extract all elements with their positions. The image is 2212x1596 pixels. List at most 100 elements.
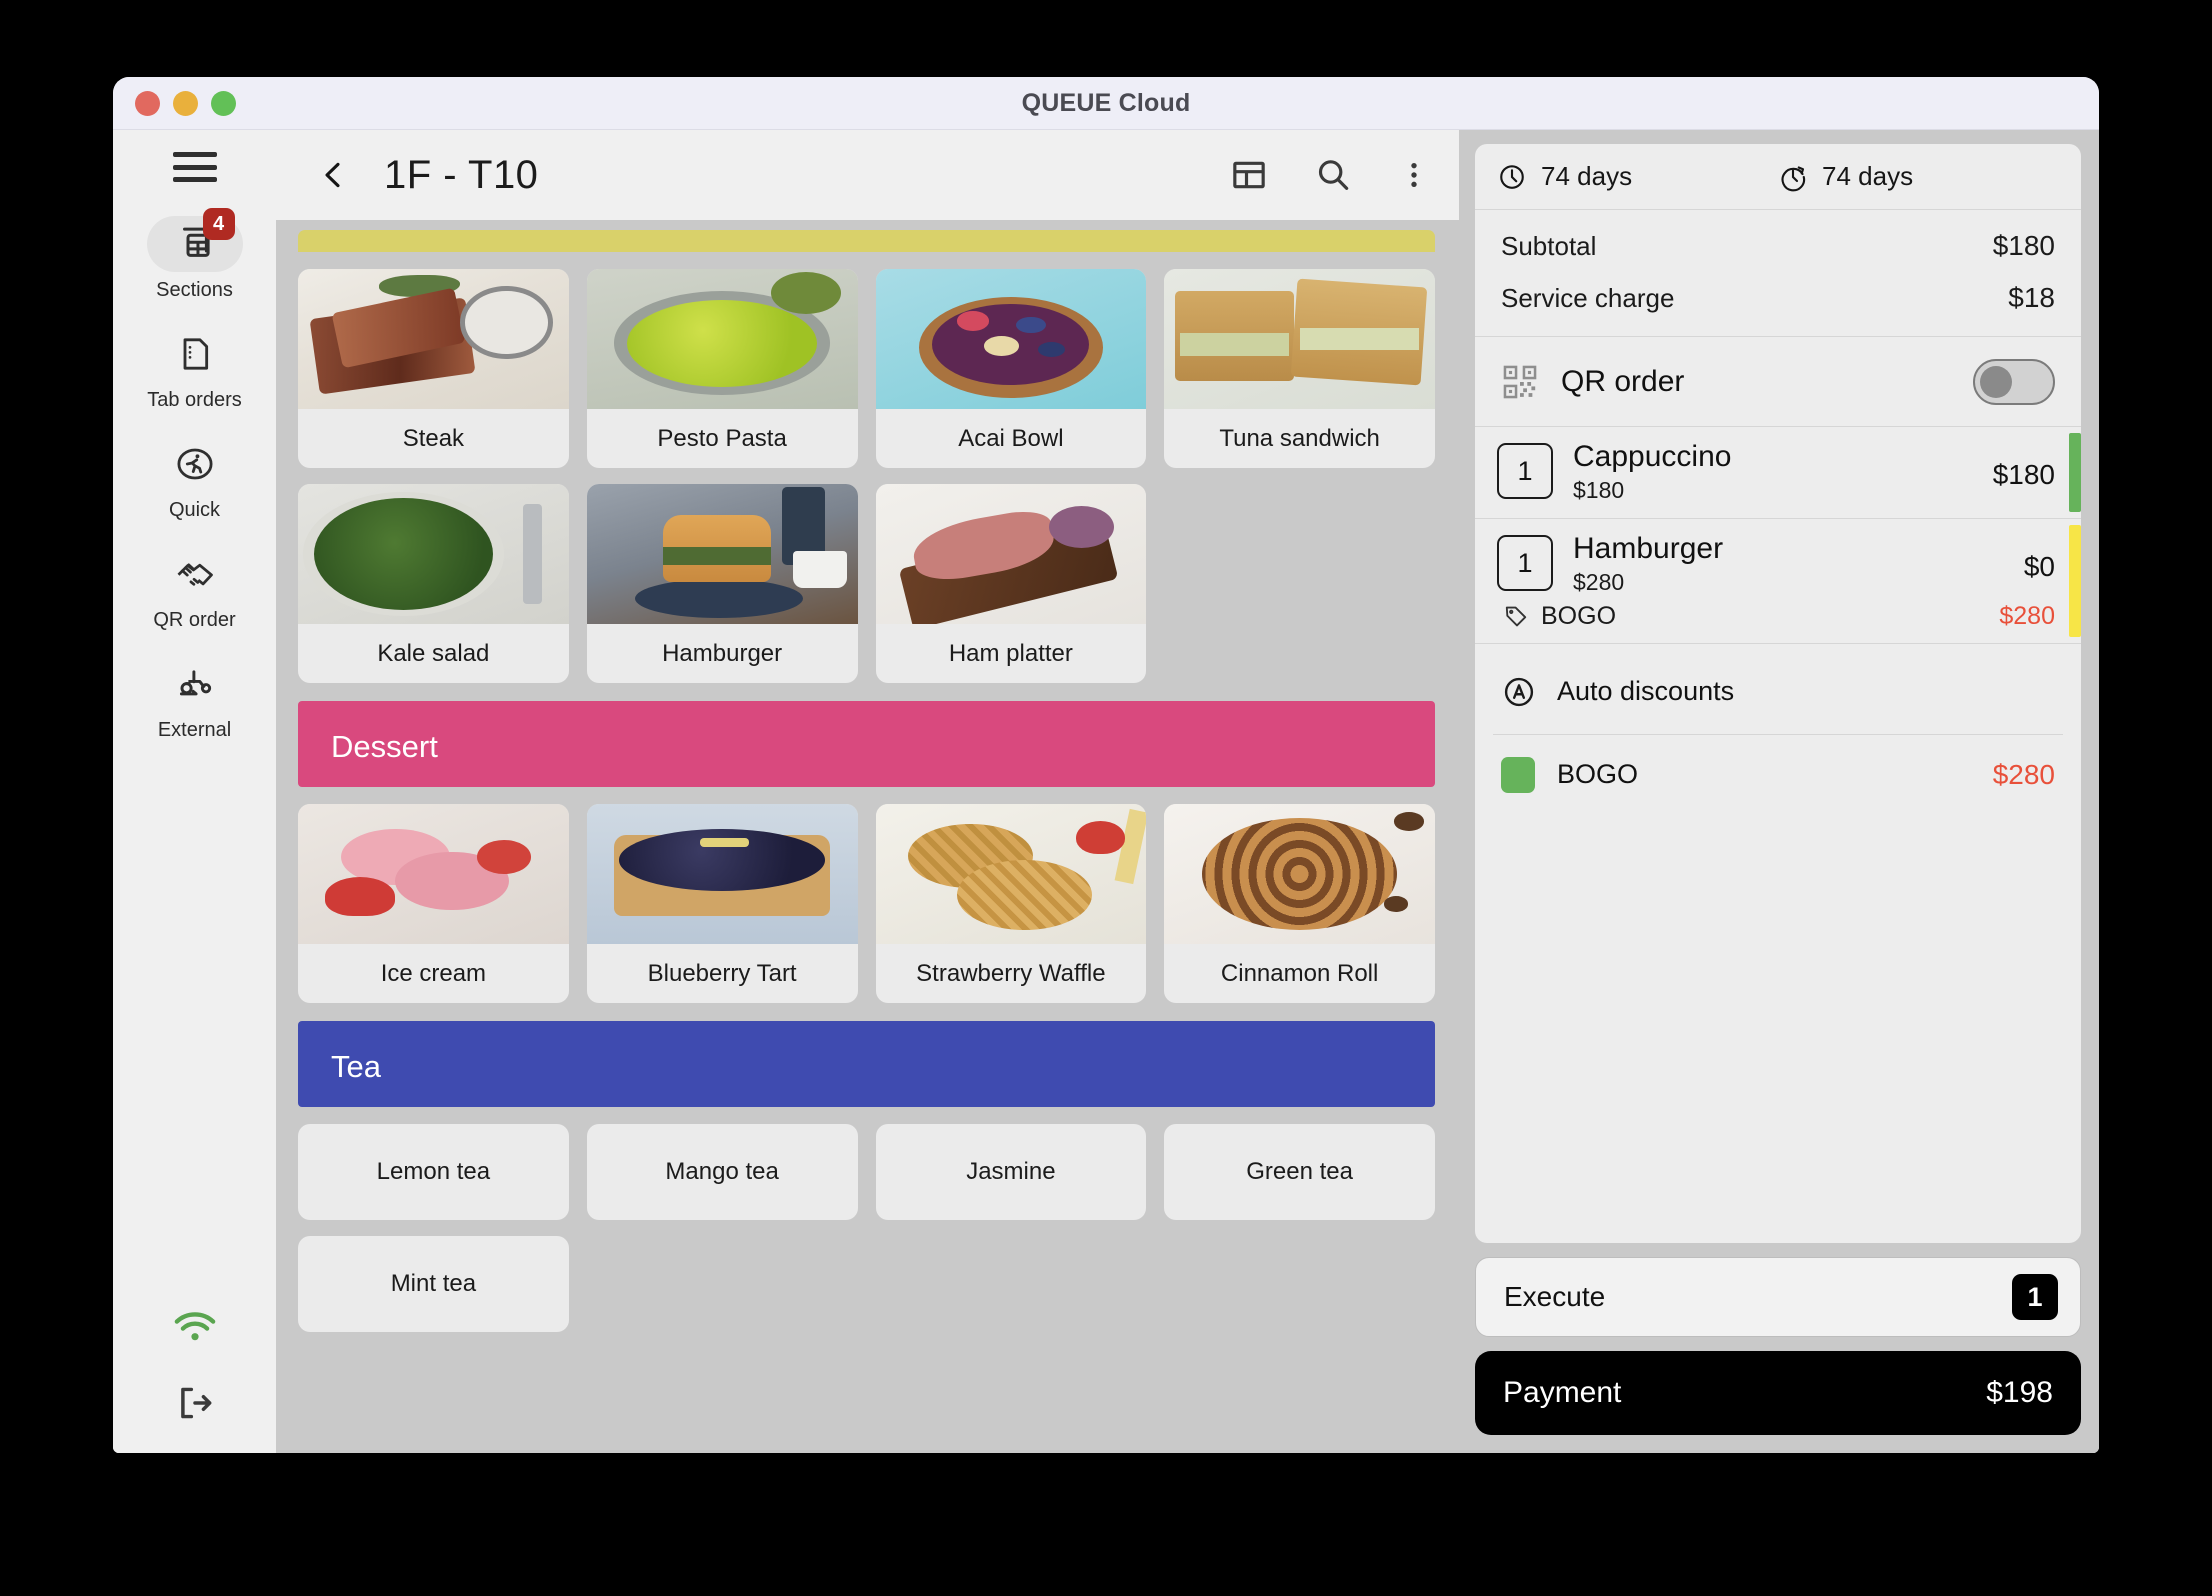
menu-item-label: Kale salad	[377, 639, 490, 667]
subtotal-label: Subtotal	[1501, 230, 1597, 261]
menu-item-label: Steak	[402, 424, 465, 452]
layout-button[interactable]	[1229, 155, 1269, 195]
menu-item-thumbnail	[298, 269, 569, 409]
menu-item-card[interactable]: Ice cream	[298, 804, 569, 1003]
order-item-qty[interactable]: 1	[1497, 443, 1553, 499]
menu-item-card[interactable]: Blueberry Tart	[586, 804, 858, 1003]
auto-discounts-header[interactable]: Auto discounts	[1475, 644, 2081, 734]
sidebar-icon-wrap	[147, 656, 243, 712]
qr-order-label: QR order	[1561, 364, 1685, 398]
menu-item-thumbnail	[586, 269, 858, 409]
menu-item-card[interactable]: Mango tea	[586, 1124, 858, 1220]
qr-order-toggle[interactable]	[1973, 358, 2055, 405]
discount-color-swatch	[1501, 756, 1535, 793]
sidebar-icon-wrap	[147, 436, 243, 492]
section-header-partial[interactable]	[298, 230, 1435, 252]
circle-a-icon	[1504, 677, 1534, 706]
toggle-knob	[1980, 365, 2012, 398]
order-line-item[interactable]: 1 Cappuccino $180 $180	[1475, 427, 2081, 519]
window-titlebar: QUEUE Cloud	[113, 77, 2099, 130]
order-item-amount: $180	[1992, 459, 2055, 490]
order-item-body: Hamburger $280	[1573, 533, 2024, 596]
sidebar-bottom-actions	[172, 1311, 218, 1425]
page-toolbar: 1F - T10	[276, 130, 1459, 220]
section-header-dessert[interactable]: Dessert	[298, 701, 1435, 787]
menu-item-card[interactable]: Ham platter	[875, 484, 1147, 683]
sidebar-item-external[interactable]: External	[113, 656, 276, 742]
order-item-list: 1 Cappuccino $180 $180 1 Hamburger $280 …	[1475, 427, 2081, 793]
more-button[interactable]	[1397, 155, 1431, 195]
payment-button[interactable]: Payment $198	[1475, 1351, 2081, 1435]
menu-item-label: Ice cream	[380, 959, 487, 987]
chevron-left-icon	[325, 162, 340, 188]
timer-elapsed-value: 74 days	[1541, 161, 1633, 191]
menu-item-card[interactable]: Mint tea	[298, 1236, 569, 1332]
section-wrap-tea: Tea	[276, 1021, 1459, 1107]
app-body: 4 Sections Tab orders Quick QR order Ext…	[113, 130, 2099, 1453]
order-item-qty[interactable]: 1	[1497, 535, 1553, 591]
menu-item-card[interactable]: Pesto Pasta	[586, 269, 858, 468]
sidebar-label-quick: Quick	[168, 499, 221, 521]
sidebar-label-tab-orders: Tab orders	[147, 389, 242, 411]
menu-item-thumbnail	[298, 484, 569, 624]
sidebar-item-sections[interactable]: 4 Sections	[113, 208, 276, 302]
menu-item-thumbnail	[1164, 804, 1435, 944]
menu-item-thumbnail	[586, 804, 858, 944]
handshake-icon	[177, 563, 213, 586]
hamburger-menu-icon[interactable]	[172, 152, 217, 182]
sidebar-item-tab-orders[interactable]: Tab orders	[113, 326, 276, 412]
more-vertical-icon	[1411, 162, 1417, 188]
section-wrap-dessert: Dessert	[276, 701, 1459, 787]
sidebar-item-qr-order[interactable]: QR order	[113, 546, 276, 632]
layout-icon	[1233, 161, 1265, 189]
sidebar-label-qr-order: QR order	[153, 609, 236, 631]
clock-restore-icon	[1781, 165, 1806, 191]
menu-item-label: Blueberry Tart	[647, 959, 797, 987]
timer-updated-value: 74 days	[1822, 161, 1914, 191]
menu-item-thumbnail	[298, 804, 569, 944]
section-header-tea[interactable]: Tea	[298, 1021, 1435, 1107]
menu-item-card[interactable]: Strawberry Waffle	[875, 804, 1147, 1003]
sidebar-icon-wrap: 4	[146, 208, 243, 272]
menu-scroll-area[interactable]: Steak Pesto Pasta Acai Bowl Tuna sandwic…	[276, 220, 1459, 1453]
main-column: 1F - T10 Steak Pesto Pasta Acai Bowl Tun…	[276, 130, 1459, 1453]
back-button[interactable]	[310, 152, 356, 198]
menu-item-label: Jasmine	[966, 1158, 1056, 1185]
wifi-icon[interactable]	[172, 1311, 218, 1345]
logout-icon[interactable]	[173, 1381, 217, 1425]
order-totals: Subtotal $180 Service charge $18	[1475, 210, 2081, 337]
execute-button[interactable]: Execute 1	[1475, 1257, 2081, 1337]
toolbar-actions	[1229, 155, 1431, 195]
search-button[interactable]	[1313, 155, 1353, 195]
total-row-service-charge: Service charge $18	[1501, 272, 2055, 324]
menu-item-label: Acai Bowl	[958, 424, 1064, 452]
auto-discount-amount: $280	[1992, 758, 2055, 790]
order-item-discount-label: BOGO	[1541, 601, 1617, 630]
menu-item-label: Tuna sandwich	[1219, 424, 1380, 452]
menu-item-card[interactable]: Acai Bowl	[875, 269, 1147, 468]
menu-item-card[interactable]: Tuna sandwich	[1164, 269, 1435, 468]
auto-discount-entry[interactable]: BOGO $280	[1475, 735, 2081, 793]
service-charge-amount: $18	[2008, 282, 2055, 313]
order-line-item[interactable]: 1 Hamburger $280 $0 BOGO $280	[1475, 519, 2081, 644]
qr-order-row[interactable]: QR order	[1475, 337, 2081, 427]
section-title-dessert: Dessert	[331, 729, 438, 764]
document-icon	[183, 338, 208, 370]
menu-item-card[interactable]: Lemon tea	[298, 1124, 569, 1220]
menu-item-card[interactable]: Green tea	[1164, 1124, 1435, 1220]
order-card: 74 days 74 days Subtotal $180 Service ch…	[1475, 144, 2081, 1243]
menu-item-card[interactable]: Hamburger	[586, 484, 858, 683]
app-window: QUEUE Cloud 4 Sections Tab orders Quick …	[113, 77, 2099, 1453]
menu-item-card[interactable]: Jasmine	[875, 1124, 1147, 1220]
menu-item-thumbnail	[875, 484, 1147, 624]
menu-item-card[interactable]: Cinnamon Roll	[1164, 804, 1435, 1003]
service-charge-label: Service charge	[1501, 282, 1675, 313]
sidebar: 4 Sections Tab orders Quick QR order Ext…	[113, 130, 276, 1453]
menu-item-thumbnail	[875, 269, 1147, 409]
sidebar-item-quick[interactable]: Quick	[113, 436, 276, 522]
menu-item-card[interactable]: Kale salad	[298, 484, 569, 683]
total-row-subtotal: Subtotal $180	[1501, 220, 2055, 272]
menu-item-card[interactable]: Steak	[298, 269, 569, 468]
execute-label: Execute	[1504, 1281, 1606, 1312]
timer-elapsed: 74 days	[1497, 161, 1778, 192]
